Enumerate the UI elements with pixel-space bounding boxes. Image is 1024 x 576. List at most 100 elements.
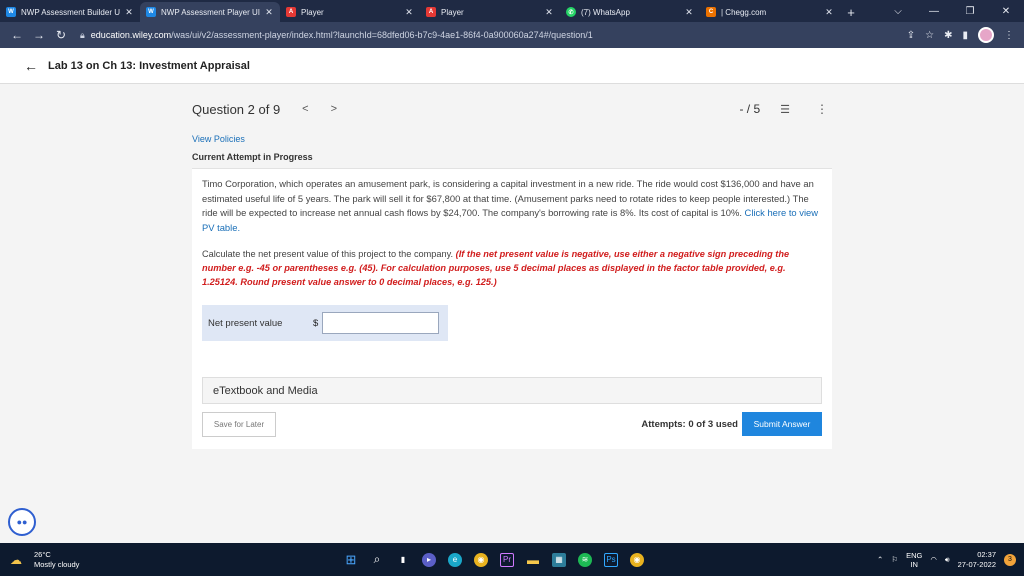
tab-label: NWP Assessment Builder U <box>21 7 120 17</box>
submit-answer-button[interactable]: Submit Answer <box>742 412 822 436</box>
tab-label: | Chegg.com <box>721 7 767 17</box>
network-alert-icon[interactable]: ⚐ <box>891 555 898 564</box>
store-icon[interactable]: ▦ <box>552 552 566 567</box>
extensions-icon[interactable]: ✱ <box>944 30 952 41</box>
browser-menu-icon[interactable]: ⋮ <box>1004 30 1014 41</box>
minimize-icon[interactable]: — <box>916 6 952 17</box>
file-explorer-icon[interactable]: ▬ <box>526 553 540 567</box>
profile-avatar[interactable] <box>978 27 994 43</box>
view-policies-link[interactable]: View Policies <box>192 134 832 144</box>
instructions: Calculate the net present value of this … <box>202 247 822 289</box>
bookmark-star-icon[interactable]: ☆ <box>925 30 934 41</box>
problem-statement: Timo Corporation, which operates an amus… <box>202 177 822 235</box>
tray-expand-icon[interactable]: ⌃ <box>877 555 883 564</box>
system-tray: ⌃ ⚐ ENG IN ◠ 🔊︎ 02:37 27-07-2022 3 <box>877 550 1024 570</box>
cookie-settings-icon[interactable]: ●● <box>8 508 36 536</box>
tab-player-1[interactable]: A Player ✕ <box>280 2 420 22</box>
question-score: - / 5 <box>739 102 761 116</box>
search-icon[interactable]: ⌕ <box>370 552 384 567</box>
close-tab-icon[interactable]: ✕ <box>264 7 274 18</box>
currency-symbol: $ <box>313 317 319 329</box>
close-tab-icon[interactable]: ✕ <box>124 7 134 18</box>
tab-label: NWP Assessment Player UI <box>161 7 260 17</box>
taskbar: ☁ 26°C Mostly cloudy ⊞ ⌕ ▮ ▸ e ◉ Pr ▬ ▦ … <box>0 543 1024 576</box>
tab-chegg[interactable]: C | Chegg.com ✕ <box>700 2 840 22</box>
page-header: ← Lab 13 on Ch 13: Investment Appraisal <box>0 48 1024 84</box>
tab-label: Player <box>301 7 324 17</box>
question-panel: Question 2 of 9 < > - / 5 ☰ ⋮ View Polic… <box>192 96 832 449</box>
npv-input[interactable] <box>322 312 440 334</box>
tab-label: (7) WhatsApp <box>581 7 630 17</box>
clock-time: 02:37 <box>977 549 996 559</box>
spotify-icon[interactable]: ≋ <box>578 552 592 567</box>
question-nav: Question 2 of 9 < > - / 5 ☰ ⋮ <box>192 96 832 122</box>
sidepanel-icon[interactable]: ▮ <box>962 30 968 41</box>
clock-date: 27-07-2022 <box>957 559 996 569</box>
wiley-favicon-icon: W <box>6 7 16 17</box>
task-view-icon[interactable]: ▮ <box>396 553 410 567</box>
wifi-icon[interactable]: ◠ <box>930 555 937 564</box>
problem-text: Timo Corporation, which operates an amus… <box>202 178 814 218</box>
instruction-text: Calculate the net present value of this … <box>202 249 454 259</box>
browser-tab-strip: W NWP Assessment Builder U ✕ W NWP Asses… <box>0 0 1024 22</box>
weather-cloud-icon: ☁ <box>10 552 22 567</box>
tab-nwp-player[interactable]: W NWP Assessment Player UI ✕ <box>140 2 280 22</box>
taskbar-apps: ⊞ ⌕ ▮ ▸ e ◉ Pr ▬ ▦ ≋ Ps ◉ <box>344 552 644 567</box>
npv-label: Net present value <box>208 317 283 329</box>
weather-temp: 26°C <box>34 549 51 559</box>
windows-start-icon[interactable]: ⊞ <box>344 552 358 567</box>
tab-label: Player <box>441 7 464 17</box>
volume-icon[interactable]: 🔊︎ <box>945 555 950 565</box>
chrome-icon[interactable]: ◉ <box>474 552 488 567</box>
prev-question-icon[interactable]: < <box>302 103 308 115</box>
share-icon[interactable]: ⇪ <box>907 30 915 41</box>
forward-arrow-icon[interactable]: → <box>28 28 50 42</box>
weather-desc: Mostly cloudy <box>34 559 80 569</box>
new-tab-button[interactable]: + <box>840 2 862 22</box>
notification-badge[interactable]: 3 <box>1004 553 1016 566</box>
photoshop-icon[interactable]: Ps <box>604 552 618 567</box>
close-tab-icon[interactable]: ✕ <box>404 7 414 18</box>
tab-search-icon[interactable]: ⌵ <box>880 6 916 17</box>
close-tab-icon[interactable]: ✕ <box>824 7 834 18</box>
lock-icon: 🔒︎ <box>80 29 85 40</box>
language-indicator[interactable]: ENG IN <box>906 551 922 569</box>
question-list-icon[interactable]: ☰ <box>780 103 790 116</box>
url-field[interactable]: 🔒︎ education.wiley.com/was/ui/v2/assessm… <box>80 25 907 45</box>
back-arrow-icon[interactable]: ← <box>6 28 28 42</box>
url-path: /was/ui/v2/assessment-player/index.html?… <box>171 30 593 40</box>
attempts-counter: Attempts: 0 of 3 used <box>641 418 738 430</box>
close-tab-icon[interactable]: ✕ <box>544 7 554 18</box>
tab-whatsapp[interactable]: ✆ (7) WhatsApp ✕ <box>560 2 700 22</box>
wiley-favicon-icon: W <box>146 7 156 17</box>
close-window-icon[interactable]: ✕ <box>988 6 1024 17</box>
url-host: education.wiley.com <box>90 30 172 40</box>
edge-icon[interactable]: e <box>448 552 462 567</box>
chrome-profile-icon[interactable]: ◉ <box>630 552 644 567</box>
more-options-icon[interactable]: ⋮ <box>816 102 828 116</box>
next-question-icon[interactable]: > <box>331 103 337 115</box>
page-title: Lab 13 on Ch 13: Investment Appraisal <box>48 59 250 72</box>
question-footer: Save for Later Attempts: 0 of 3 used Sub… <box>202 411 822 437</box>
close-tab-icon[interactable]: ✕ <box>684 7 694 18</box>
reload-icon[interactable]: ↻ <box>50 28 72 42</box>
player-favicon-icon: A <box>286 7 296 17</box>
attempt-status: Current Attempt in Progress <box>192 152 313 162</box>
restore-icon[interactable]: ❐ <box>952 6 988 17</box>
weather-widget[interactable]: ☁ 26°C Mostly cloudy <box>0 550 200 570</box>
question-card: Timo Corporation, which operates an amus… <box>192 168 832 449</box>
address-bar: ← → ↻ 🔒︎ education.wiley.com/was/ui/v2/a… <box>0 22 1024 48</box>
answer-row: Net present value $ <box>202 305 448 341</box>
window-controls: ⌵ — ❐ ✕ <box>880 0 1024 22</box>
save-for-later-button[interactable]: Save for Later <box>202 411 276 437</box>
premiere-icon[interactable]: Pr <box>500 552 514 567</box>
etextbook-media-section[interactable]: eTextbook and Media <box>202 377 822 404</box>
tab-nwp-builder[interactable]: W NWP Assessment Builder U ✕ <box>0 2 140 22</box>
back-icon[interactable]: ← <box>24 58 38 74</box>
tab-player-2[interactable]: A Player ✕ <box>420 2 560 22</box>
chegg-favicon-icon: C <box>706 7 716 17</box>
teams-chat-icon[interactable]: ▸ <box>422 552 436 567</box>
question-counter: Question 2 of 9 <box>192 101 281 117</box>
whatsapp-icon: ✆ <box>566 7 576 17</box>
clock[interactable]: 02:37 27-07-2022 <box>958 550 996 570</box>
